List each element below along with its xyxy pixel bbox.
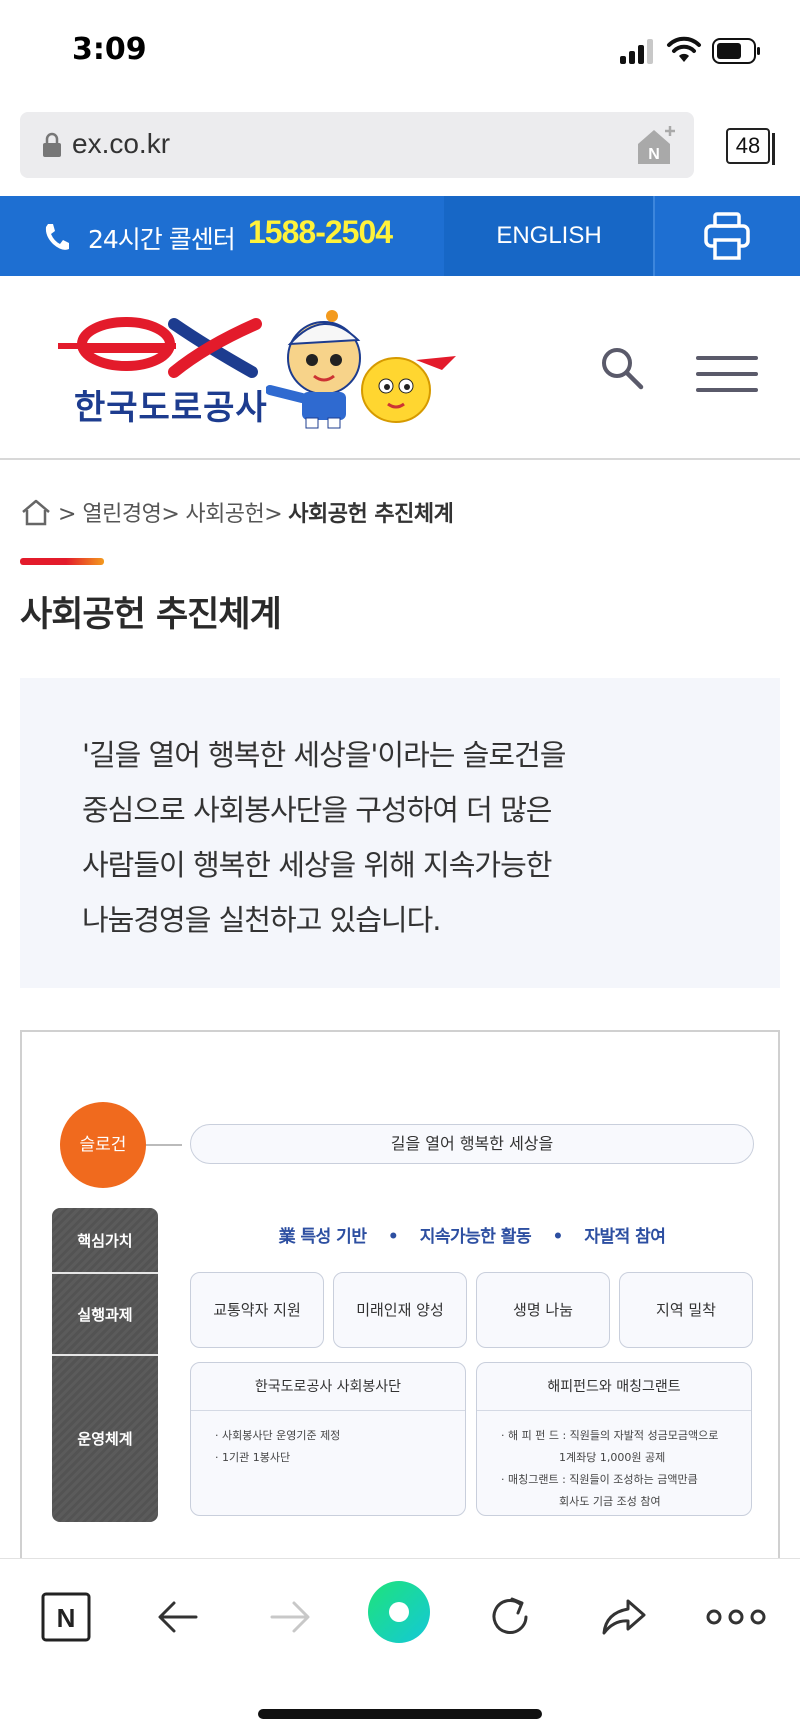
lock-icon <box>43 132 61 157</box>
phone-icon <box>45 224 69 250</box>
home-icon[interactable] <box>20 497 52 527</box>
operation-item: · 사회봉사단 운영기준 제정 <box>215 1429 341 1442</box>
task-local-community: 지역 밀착 <box>619 1272 753 1348</box>
forward-arrow-icon[interactable] <box>262 1589 318 1645</box>
svg-text:N: N <box>57 1603 76 1633</box>
core-value: 지속가능한 활동 <box>419 1227 532 1247</box>
intro-line: '길을 열어 행복한 세상을'이라는 슬로건을 <box>82 738 566 772</box>
operation-item: · 매칭그랜트 : 직원들이 조성하는 금액만큼 <box>501 1473 698 1486</box>
call-center-number[interactable]: 1588-2504 <box>248 214 393 251</box>
row-label-core-values: 핵심가치 <box>77 1232 133 1250</box>
mascot-illustration <box>266 310 456 429</box>
call-center[interactable]: 24시간 콜센터 1588-2504 <box>0 196 444 276</box>
breadcrumb-item-current: 사회공헌 추진체계 <box>288 502 454 527</box>
intro-line: 중심으로 사회봉사단을 구성하여 더 많은 <box>82 793 552 827</box>
operation-item: · 1기관 1봉사단 <box>215 1451 291 1464</box>
title-accent-bar <box>20 558 104 565</box>
operation-title: 한국도로공사 사회봉사단 <box>191 1363 465 1411</box>
naver-add-home-icon[interactable]: N <box>634 124 678 168</box>
ex-logo-mark <box>58 317 262 378</box>
operation-item: · 해 피 펀 드 : 직원들의 자발적 성금모금액으로 <box>501 1429 719 1442</box>
task-transport-vulnerable: 교통약자 지원 <box>190 1272 324 1348</box>
operation-volunteer-corps: 한국도로공사 사회봉사단 · 사회봉사단 운영기준 제정 · 1기관 1봉사단 <box>190 1362 466 1516</box>
search-icon[interactable] <box>600 346 644 390</box>
promotion-system-diagram: 슬로건 길을 열어 행복한 세상을 핵심가치 실행과제 운영체계 業 특성 기반… <box>20 1030 780 1590</box>
url-text: ex.co.kr <box>72 128 171 159</box>
battery-icon <box>712 38 760 64</box>
address-bar[interactable]: ex.co.kr N <box>20 112 694 178</box>
call-center-label: 24시간 콜센터 <box>88 225 236 254</box>
row-label-tasks: 실행과제 <box>77 1306 133 1324</box>
naver-icon[interactable]: N <box>38 1589 94 1645</box>
slogan-text: 길을 열어 행복한 세상을 <box>190 1124 754 1164</box>
status-bar: 3:09 <box>0 0 800 100</box>
hamburger-menu-icon[interactable] <box>696 356 758 392</box>
printer-icon <box>704 212 750 260</box>
cellular-signal-icon <box>620 38 654 64</box>
intro-box: '길을 열어 행복한 세상을'이라는 슬로건을 중심으로 사회봉사단을 구성하여… <box>20 678 780 988</box>
operation-body: · 해 피 펀 드 : 직원들의 자발적 성금모금액으로 1계좌당 1,000원… <box>477 1411 751 1527</box>
breadcrumb-item-social-contribution[interactable]: 사회공헌> <box>185 496 282 528</box>
separator-dot: • <box>552 1227 564 1247</box>
task-future-talent: 미래인재 양성 <box>333 1272 467 1348</box>
reload-icon[interactable] <box>482 1589 538 1645</box>
english-link[interactable]: ENGLISH <box>444 196 654 276</box>
slogan-label: 슬로건 <box>60 1102 146 1188</box>
core-value: 業 특성 기반 <box>278 1227 367 1247</box>
logo-text: 한국도로공사 <box>74 388 268 428</box>
breadcrumb: > 열린경영> 사회공헌> 사회공헌 추진체계 <box>20 494 459 530</box>
operation-item: 1계좌당 1,000원 공제 <box>559 1451 666 1464</box>
green-dot-icon[interactable] <box>366 1579 432 1645</box>
svg-text:N: N <box>648 146 660 163</box>
home-indicator <box>258 1709 542 1719</box>
share-icon[interactable] <box>596 1589 652 1645</box>
more-icon[interactable] <box>704 1589 768 1645</box>
intro-text: '길을 열어 행복한 세상을'이라는 슬로건을 중심으로 사회봉사단을 구성하여… <box>82 728 702 948</box>
core-value: 자발적 참여 <box>584 1227 666 1247</box>
operation-happy-fund: 해피펀드와 매칭그랜트 · 해 피 펀 드 : 직원들의 자발적 성금모금액으로… <box>476 1362 752 1516</box>
intro-line: 나눔경영을 실천하고 있습니다. <box>82 903 442 937</box>
site-header: 한국도로공사 <box>0 276 800 460</box>
separator-dot: • <box>387 1227 399 1247</box>
operation-item: 회사도 기금 조성 참여 <box>559 1495 661 1508</box>
back-arrow-icon[interactable] <box>150 1589 206 1645</box>
row-label-column: 핵심가치 실행과제 운영체계 <box>52 1208 158 1522</box>
utility-bar: 24시간 콜센터 1588-2504 ENGLISH <box>0 196 800 276</box>
divider <box>653 196 655 276</box>
operation-body: · 사회봉사단 운영기준 제정 · 1기관 1봉사단 <box>191 1411 465 1483</box>
breadcrumb-item-open-management[interactable]: > 열린경영> <box>58 496 180 528</box>
operation-title: 해피펀드와 매칭그랜트 <box>477 1363 751 1411</box>
task-life-sharing: 생명 나눔 <box>476 1272 610 1348</box>
wifi-icon <box>667 36 701 62</box>
status-time: 3:09 <box>72 32 147 67</box>
page-title: 사회공헌 추진체계 <box>20 595 282 635</box>
print-button[interactable] <box>656 196 800 276</box>
tab-count-button[interactable]: 48 <box>726 128 775 165</box>
row-label-operation: 운영체계 <box>77 1430 133 1448</box>
connector-line <box>146 1144 182 1146</box>
browser-toolbar: N <box>0 1558 800 1732</box>
intro-line: 사람들이 행복한 세상을 위해 지속가능한 <box>82 848 552 882</box>
site-logo[interactable]: 한국도로공사 <box>56 310 456 430</box>
core-values: 業 특성 기반 • 지속가능한 활동 • 자발적 참여 <box>190 1222 754 1247</box>
